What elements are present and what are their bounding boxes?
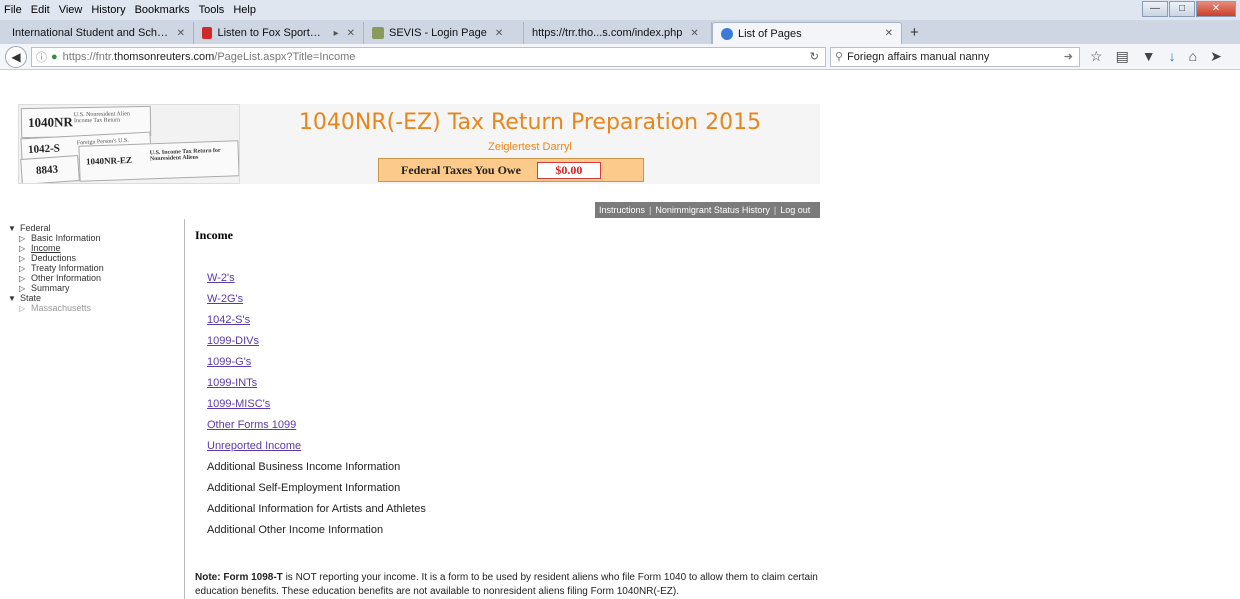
url-bar[interactable]: ⓘ ● https://fntr. thomsonreuters.com/Page… [31,46,826,67]
tab-bar: International Student and Scho... ✕ List… [0,20,1240,44]
tax-forms-image: 1040NR U.S. Nonresident Alien Income Tax… [18,104,240,184]
menu-edit[interactable]: Edit [31,4,50,16]
sidebar-item-income[interactable]: ▷ Income [8,243,104,253]
search-value: Foriegn affairs manual nanny [847,50,990,63]
close-tab-icon[interactable]: ✕ [495,28,503,39]
tab-label: List of Pages [738,27,802,40]
tab-international-student[interactable]: International Student and Scho... ✕ [4,22,194,44]
search-icon: ⚲ [835,51,844,63]
instructions-link[interactable]: Instructions [599,205,645,215]
info-icon[interactable]: ⓘ [36,49,47,65]
menu-help[interactable]: Help [233,4,256,16]
url-domain: thomsonreuters.com [114,50,215,63]
download-icon[interactable]: ↓ [1169,48,1176,65]
globe-favicon-icon [721,27,733,40]
send-icon[interactable]: ➤ [1210,48,1222,65]
sidebar: ▼ Federal ▷ Basic Information ▷ Income ▷ Ded… [8,223,104,313]
menu-file[interactable]: File [4,4,22,16]
sidebar-item-treaty-information[interactable]: ▷ Treaty Information [8,263,104,273]
bookmark-star-icon[interactable]: ☆ [1090,48,1103,65]
unreported-income-link[interactable]: Unreported Income [207,436,426,457]
divider [184,219,185,599]
collapsed-triangle-icon: ▷ [19,304,26,313]
minimize-icon[interactable]: — [1142,1,1168,17]
other-income-info: Additional Other Income Information [207,524,384,536]
self-employment-info: Additional Self-Employment Information [207,482,401,494]
menu-history[interactable]: History [91,4,125,16]
tab-trr[interactable]: https://trr.tho...s.com/index.php ✕ [524,22,712,44]
close-tab-icon[interactable]: ✕ [347,28,355,39]
home-icon[interactable]: ⌂ [1189,48,1197,65]
w2g-link[interactable]: W-2G's [207,289,426,310]
sidebar-item-other-information[interactable]: ▷ Other Information [8,273,104,283]
speaker-icon[interactable]: ▸ [334,28,339,39]
sidebar-item-massachusetts[interactable]: ▷ Massachusetts [8,303,104,313]
close-icon[interactable]: ✕ [1196,1,1236,17]
tab-list-of-pages[interactable]: List of Pages ✕ [712,22,902,44]
owe-amount: $0.00 [536,161,601,179]
form-1040nr-ez: 1040NR-EZ U.S. Income Tax Return for Non… [78,140,239,182]
banner: 1040NR(-EZ) Tax Return Preparation 2015 … [240,104,820,184]
artists-athletes-info: Additional Information for Artists and A… [207,503,426,515]
1099-misc-link[interactable]: 1099-MISC's [207,394,426,415]
fox-favicon-icon [202,27,213,39]
note-bold: Note: Form 1098-T [195,572,283,583]
tab-label: International Student and Scho... [12,27,169,39]
lock-icon: ● [51,50,58,63]
close-tab-icon[interactable]: ✕ [690,28,698,39]
menu-tools[interactable]: Tools [199,4,225,16]
url-prefix: https://fntr. [62,50,115,63]
tab-sevis[interactable]: SEVIS - Login Page ✕ [364,22,524,44]
search-input[interactable]: ⚲ Foriegn affairs manual nanny ➜ [830,46,1080,67]
logout-link[interactable]: Log out [780,205,810,215]
sidebar-item-deductions[interactable]: ▷ Deductions [8,253,104,263]
1099-int-link[interactable]: 1099-INTs [207,373,426,394]
status-history-link[interactable]: Nonimmigrant Status History [655,205,770,215]
page-title: 1040NR(-EZ) Tax Return Preparation 2015 [298,110,762,135]
1099-g-link[interactable]: 1099-G's [207,352,426,373]
sidebar-item-summary[interactable]: ▷ Summary [8,283,104,293]
tab-fox-sports[interactable]: Listen to Fox Sports Ra... ▸ ✕ [194,22,364,44]
1099-div-link[interactable]: 1099-DIVs [207,331,426,352]
tab-label: https://trr.tho...s.com/index.php [532,27,683,39]
owe-label: Federal Taxes You Owe [401,162,521,177]
business-income-info: Additional Business Income Information [207,461,401,473]
reading-list-icon[interactable]: ▤ [1116,48,1129,65]
w2-link[interactable]: W-2's [207,268,426,289]
tab-label: Listen to Fox Sports Ra... [217,27,326,39]
search-go-icon[interactable]: ➜ [1064,50,1073,63]
pocket-icon[interactable]: ▼ [1142,48,1156,65]
menu-bar: File Edit View History Bookmarks Tools H… [0,0,1240,20]
toolbar-icons: ☆ ▤ ▼ ↓ ⌂ ➤ [1090,48,1235,65]
menu-view[interactable]: View [59,4,83,16]
sidebar-federal[interactable]: ▼ Federal [8,223,104,233]
section-title: Income [195,228,233,242]
nav-bar: ◀ ⓘ ● https://fntr. thomsonreuters.com/Pa… [0,44,1240,70]
url-path: /PageList.aspx?Title=Income [214,50,356,63]
new-tab-icon[interactable]: + [910,22,919,44]
top-links: Instructions | Nonimmigrant Status Histo… [595,202,820,218]
income-pages-list: W-2's W-2G's 1042-S's 1099-DIVs 1099-G's… [207,268,426,541]
note-text: is NOT reporting your income. It is a fo… [195,572,818,597]
window-controls: — □ ✕ [1141,1,1236,17]
sevis-favicon-icon [372,27,384,39]
tab-label: SEVIS - Login Page [389,27,487,39]
reload-icon[interactable]: ↻ [810,50,819,63]
close-tab-icon[interactable]: ✕ [885,28,893,39]
1042s-link[interactable]: 1042-S's [207,310,426,331]
form-1098t-note: Note: Form 1098-T is NOT reporting your … [195,571,835,599]
menu-bookmarks[interactable]: Bookmarks [135,4,190,16]
maximize-icon[interactable]: □ [1169,1,1195,17]
form-8843: 8843 [20,155,80,183]
back-button[interactable]: ◀ [5,45,27,68]
page-content: 1040NR U.S. Nonresident Alien Income Tax… [0,71,1240,599]
close-tab-icon[interactable]: ✕ [177,28,185,39]
taxes-owe-box: Federal Taxes You Owe $0.00 [378,158,644,182]
sidebar-item-basic-information[interactable]: ▷ Basic Information [8,233,104,243]
sidebar-state[interactable]: ▼ State [8,293,104,303]
user-name: Zeiglertest Darryl [488,141,572,153]
other-forms-1099-link[interactable]: Other Forms 1099 [207,415,426,436]
